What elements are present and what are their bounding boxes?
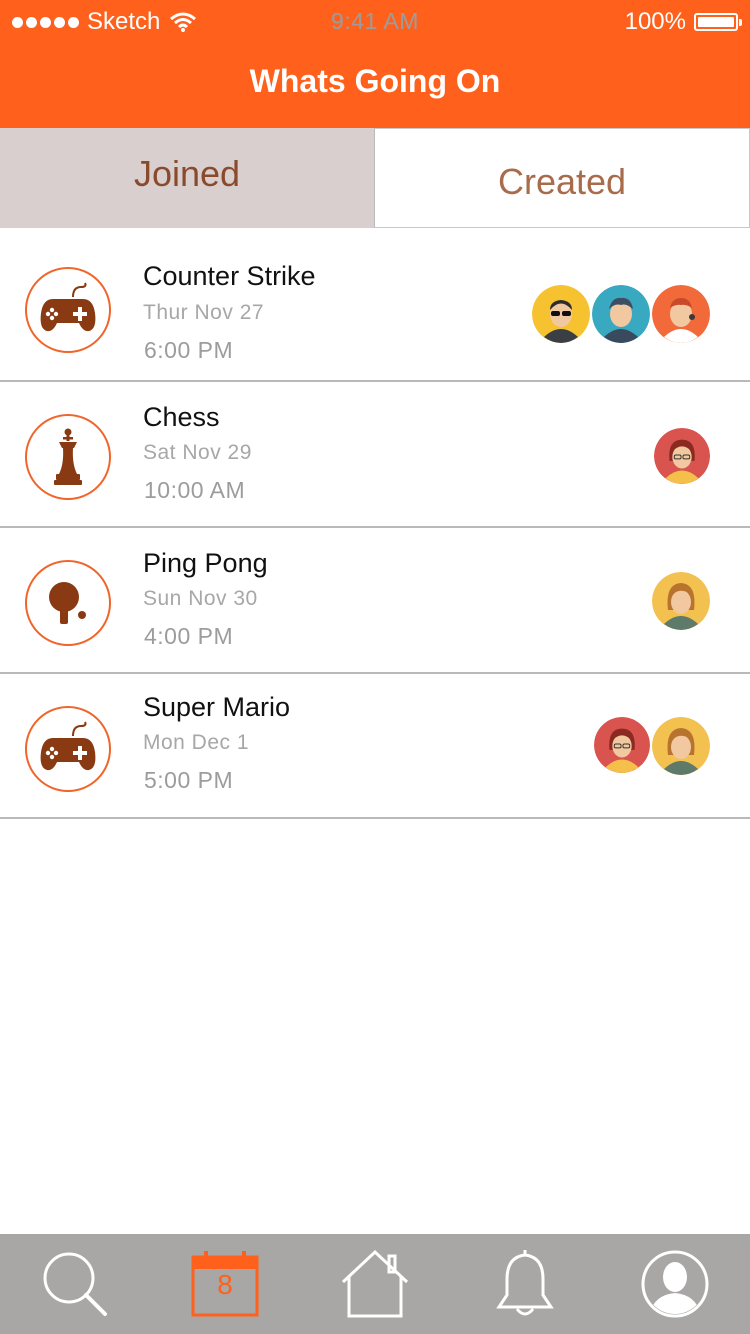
- event-date: Mon Dec 1: [143, 731, 250, 754]
- battery-icon: [694, 13, 742, 31]
- event-date: Sun Nov 30: [143, 587, 258, 610]
- tab-profile[interactable]: [635, 1244, 715, 1324]
- event-row-super-mario[interactable]: Super Mario Mon Dec 1 5:00 PM: [0, 674, 750, 819]
- avatar-woman-yellow[interactable]: [652, 717, 710, 775]
- tab-calendar[interactable]: 8: [185, 1244, 265, 1324]
- battery-percent: 100%: [624, 8, 686, 35]
- event-name: Super Mario: [143, 692, 291, 722]
- event-date: Thur Nov 27: [143, 301, 265, 324]
- avatar-woman-red[interactable]: [594, 717, 650, 773]
- profile-icon: [641, 1250, 709, 1318]
- tab-created[interactable]: Created: [375, 128, 750, 228]
- gamepad-icon: [25, 267, 111, 353]
- avatar-sunglasses-man[interactable]: [532, 285, 590, 343]
- event-time: 5:00 PM: [144, 767, 234, 793]
- event-name: Chess: [143, 402, 220, 432]
- home-icon: [341, 1249, 409, 1318]
- attendee-avatars: [532, 285, 710, 343]
- tab-search[interactable]: [35, 1244, 115, 1324]
- event-date: Sat Nov 29: [143, 441, 252, 464]
- event-row-counter-strike[interactable]: Counter Strike Thur Nov 27 6:00 PM: [0, 235, 750, 382]
- event-row-chess[interactable]: Chess Sat Nov 29 10:00 AM: [0, 382, 750, 528]
- tab-joined[interactable]: Joined: [0, 128, 375, 228]
- status-right: 100%: [624, 8, 742, 36]
- event-name: Ping Pong: [143, 548, 268, 578]
- segment-tabs: Joined Created: [0, 128, 750, 228]
- tab-home[interactable]: [335, 1244, 415, 1324]
- ping-pong-icon: [25, 560, 111, 646]
- bell-icon: [496, 1250, 554, 1316]
- avatar-woman-yellow[interactable]: [652, 572, 710, 630]
- event-time: 10:00 AM: [144, 477, 246, 503]
- search-icon: [43, 1252, 107, 1316]
- avatar-man-blue[interactable]: [592, 285, 650, 343]
- attendee-avatars: [652, 572, 710, 630]
- app-header: Sketch 9:41 AM 100% Whats Going On: [0, 0, 750, 128]
- event-time: 6:00 PM: [144, 337, 234, 363]
- avatar-man-orange[interactable]: [652, 285, 710, 343]
- status-bar: Sketch 9:41 AM 100%: [0, 0, 750, 44]
- event-name: Counter Strike: [143, 261, 316, 291]
- page-title: Whats Going On: [249, 63, 501, 99]
- tab-notifications[interactable]: [485, 1244, 565, 1324]
- attendee-avatars: [594, 717, 710, 775]
- attendee-avatars: [654, 428, 710, 484]
- avatar-woman-red[interactable]: [654, 428, 710, 484]
- event-list: Counter Strike Thur Nov 27 6:00 PM Chess…: [0, 235, 750, 819]
- gamepad-icon: [25, 706, 111, 792]
- event-row-ping-pong[interactable]: Ping Pong Sun Nov 30 4:00 PM: [0, 528, 750, 674]
- chess-king-icon: [25, 414, 111, 500]
- bottom-tab-bar: 8: [0, 1234, 750, 1334]
- event-time: 4:00 PM: [144, 623, 234, 649]
- calendar-day: 8: [217, 1269, 233, 1300]
